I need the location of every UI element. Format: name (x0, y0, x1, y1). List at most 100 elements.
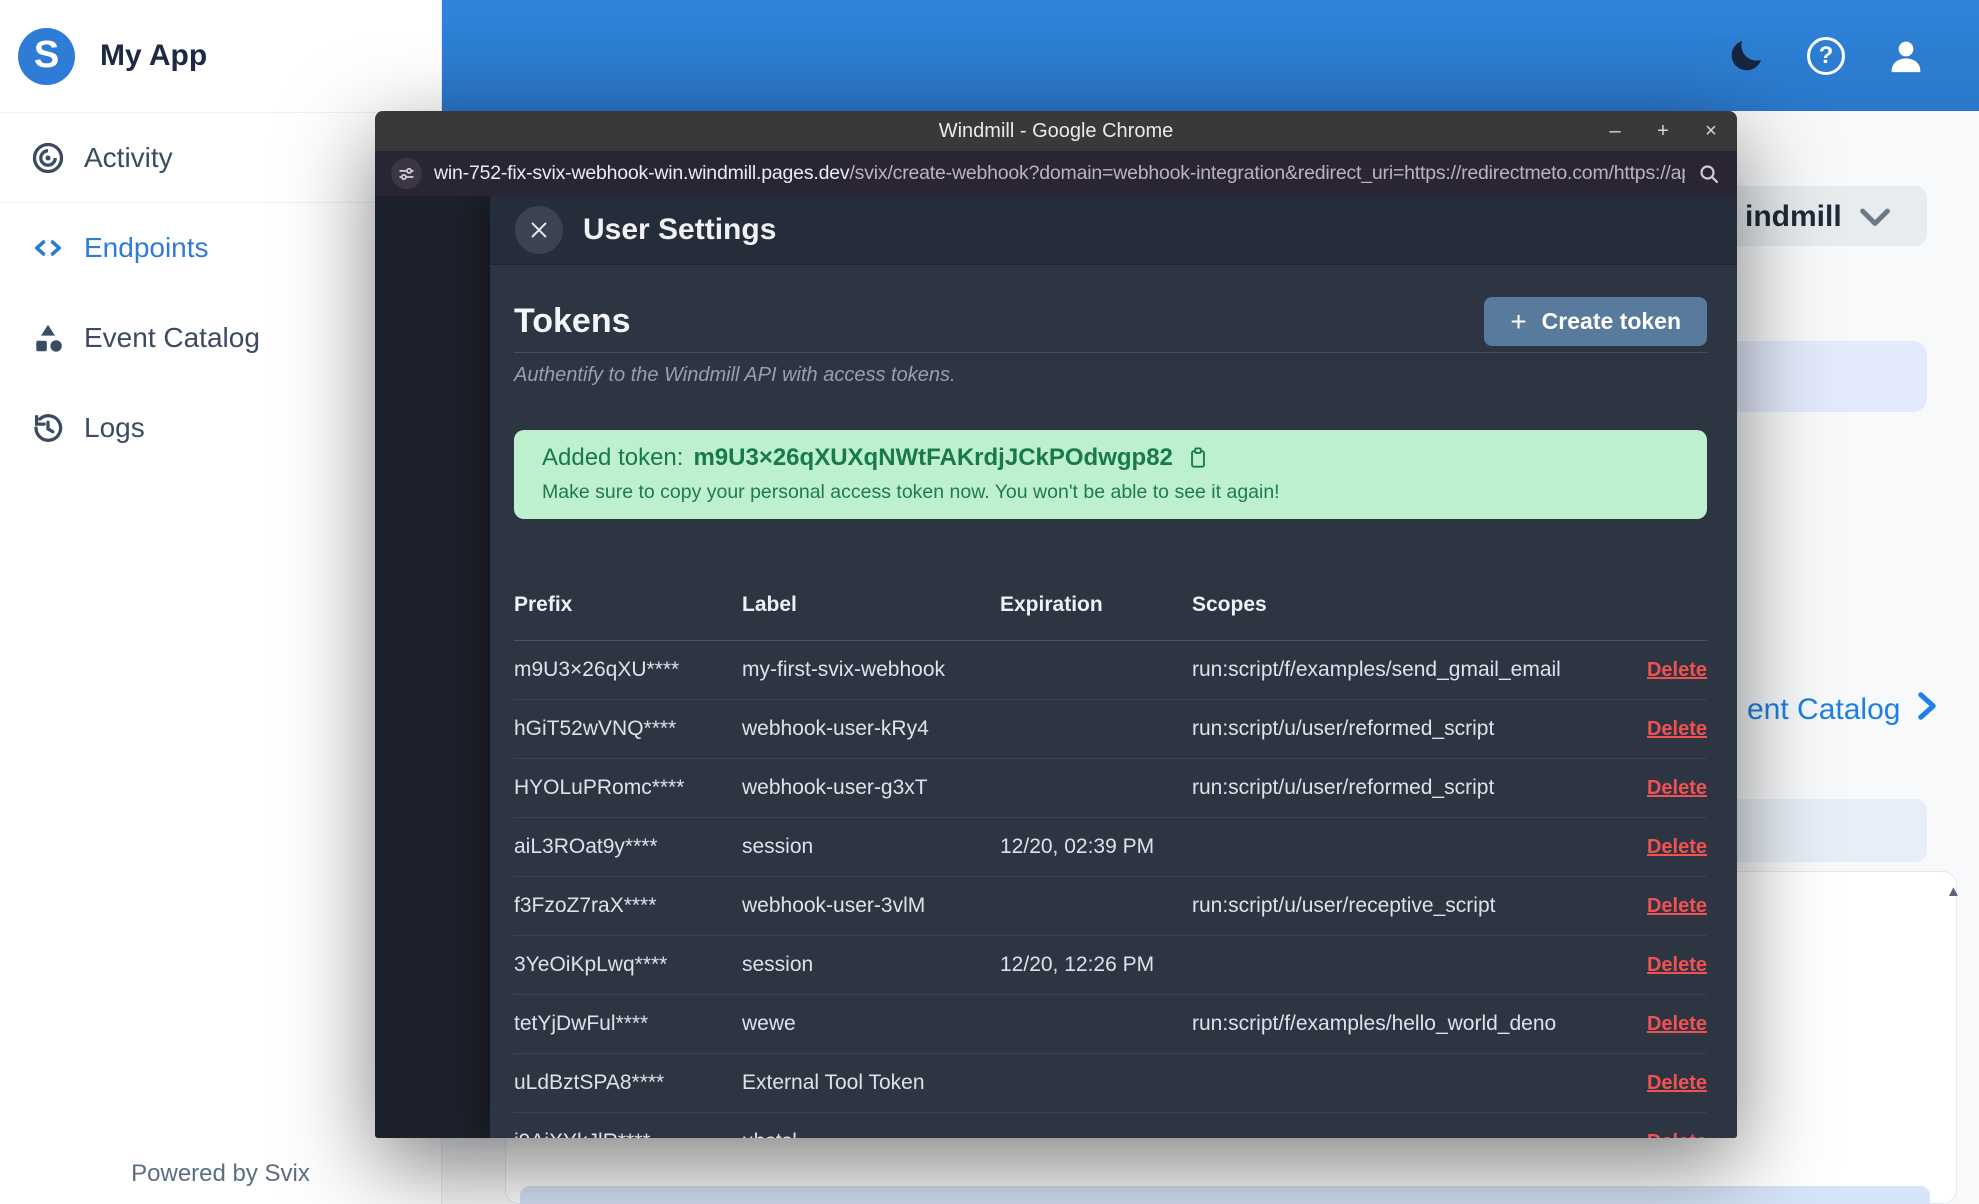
table-row: uLdBztSPA8**** External Tool Token Delete (514, 1054, 1707, 1113)
portal-top-bar: ? (442, 0, 1979, 111)
workspace-name-fragment: indmill (1745, 200, 1842, 233)
window-title: Windmill - Google Chrome (938, 119, 1174, 142)
app-name: My App (100, 39, 208, 72)
url-domain: win-752-fix-svix-webhook-win.windmill.pa… (434, 162, 850, 184)
close-drawer-button[interactable] (515, 206, 563, 254)
table-row: hGiT52wVNQ**** webhook-user-kRy4 run:scrip… (514, 700, 1707, 759)
token-scopes: run:script/f/examples/hello_world_deno (1192, 1012, 1557, 1035)
table-row: tetYjDwFul**** wewe run:script/f/examples/… (514, 995, 1707, 1054)
section-subtitle: Authentify to the Windmill API with acce… (514, 364, 956, 386)
token-label: wewe (742, 1012, 796, 1035)
added-token-banner: Added token: m9U3×26qXUXqNWtFAKrdjJCkPOd… (514, 430, 1707, 519)
delete-link[interactable]: Delete (1627, 1072, 1707, 1095)
help-icon[interactable]: ? (1807, 36, 1845, 75)
logo-letter: S (33, 33, 60, 76)
token-prefix: 3YeOiKpLwq**** (514, 953, 668, 976)
token-label: webhook-user-3vlM (742, 894, 926, 917)
url-path: /svix/create-webhook?domain=webhook-inte… (849, 162, 1685, 184)
delete-link[interactable]: Delete (1627, 895, 1707, 918)
section-title: Tokens (514, 302, 631, 340)
sidebar-item-label: Event Catalog (84, 322, 260, 353)
search-icon[interactable] (1697, 162, 1721, 186)
sidebar-item-label: Endpoints (84, 232, 209, 263)
create-token-label: Create token (1541, 308, 1681, 334)
column-header-expiration: Expiration (1000, 592, 1103, 616)
tokens-table-header: Prefix Label Expiration Scopes (514, 569, 1707, 641)
token-prefix: hGiT52wVNQ**** (514, 717, 677, 740)
token-prefix: HYOLuPRomc**** (514, 776, 685, 799)
token-label: External Tool Token (742, 1071, 925, 1094)
background-strip (520, 1186, 1930, 1204)
browser-page: User Settings Tokens + Create token Auth… (375, 196, 1737, 1138)
dark-mode-moon-icon[interactable] (1725, 35, 1767, 77)
token-copy-warning: Make sure to copy your personal access t… (542, 481, 1280, 503)
token-scopes: run:script/f/examples/send_gmail_email (1192, 658, 1561, 681)
history-icon (30, 410, 72, 446)
account-person-icon[interactable] (1885, 35, 1927, 77)
plus-icon: + (1510, 305, 1527, 337)
token-scopes: run:script/u/user/reformed_script (1192, 776, 1495, 799)
activity-icon (30, 140, 72, 176)
chrome-window: Windmill - Google Chrome – + × win-752-f… (375, 111, 1737, 1138)
table-row: f3FzoZ7raX**** webhook-user-3vlM run:scrip… (514, 877, 1707, 936)
svix-logo-icon: S (18, 27, 75, 85)
chevron-down-icon (1858, 207, 1892, 234)
maximize-button[interactable]: + (1653, 121, 1673, 141)
event-catalog-link-label: ent Catalog (1747, 693, 1901, 726)
column-header-scopes: Scopes (1192, 592, 1267, 616)
window-controls: – + × (1605, 111, 1721, 151)
token-label: webhook-user-g3xT (742, 776, 928, 799)
drawer-body: Tokens + Create token Authentify to the … (490, 297, 1737, 1138)
scroll-up-arrow[interactable]: ▲ (1946, 883, 1961, 900)
close-button[interactable]: × (1701, 121, 1721, 141)
minimize-button[interactable]: – (1605, 121, 1625, 141)
token-label: session (742, 953, 814, 976)
tokens-table-body: m9U3×26qXU**** my-first-svix-webhook run:s… (514, 641, 1707, 1138)
token-prefix: uLdBztSPA8**** (514, 1071, 665, 1094)
create-token-button[interactable]: + Create token (1484, 297, 1707, 346)
token-value: m9U3×26qXUXqNWtFAKrdjJCkPOdwgp82 (693, 444, 1173, 471)
column-header-label: Label (742, 592, 797, 616)
token-label: session (742, 835, 814, 858)
delete-link[interactable]: Delete (1627, 954, 1707, 977)
address-bar[interactable]: win-752-fix-svix-webhook-win.windmill.pa… (375, 151, 1737, 196)
user-settings-drawer: User Settings Tokens + Create token Auth… (490, 196, 1737, 1138)
shapes-icon (30, 320, 72, 356)
token-prefix: aiL3ROat9y**** (514, 835, 658, 858)
token-label: my-first-svix-webhook (742, 658, 946, 681)
table-row: HYOLuPRomc**** webhook-user-g3xT run:scrip… (514, 759, 1707, 818)
column-header-prefix: Prefix (514, 592, 573, 616)
added-token-line: Added token: m9U3×26qXUXqNWtFAKrdjJCkPOd… (542, 443, 1679, 473)
token-expiration: 12/20, 02:39 PM (1000, 835, 1155, 858)
powered-by-svix: Powered by Svix (131, 1160, 310, 1187)
window-titlebar[interactable]: Windmill - Google Chrome – + × (375, 111, 1737, 151)
tokens-section-header: Tokens + Create token (514, 297, 1707, 353)
token-expiration: 12/20, 12:26 PM (1000, 953, 1155, 976)
code-brackets-icon (30, 230, 72, 266)
token-prefix: tetYjDwFul**** (514, 1012, 649, 1035)
url-text[interactable]: win-752-fix-svix-webhook-win.windmill.pa… (434, 162, 1685, 185)
delete-link[interactable]: Delete (1627, 659, 1707, 682)
token-label: uhstsl (742, 1130, 1000, 1138)
token-scopes: run:script/u/user/receptive_script (1192, 894, 1496, 917)
delete-link[interactable]: Delete (1627, 777, 1707, 800)
delete-link[interactable]: Delete (1627, 836, 1707, 859)
app-header: S My App (0, 0, 441, 113)
added-token-label: Added token: (542, 444, 684, 471)
table-row: m9U3×26qXU**** my-first-svix-webhook run:s… (514, 641, 1707, 700)
event-catalog-link[interactable]: ent Catalog (1747, 691, 1940, 729)
token-scopes: run:script/u/user/reformed_script (1192, 717, 1495, 740)
token-label: webhook-user-kRy4 (742, 717, 929, 740)
table-row: 3YeOiKpLwq**** session 12/20, 12:26 PM Dele… (514, 936, 1707, 995)
drawer-title: User Settings (583, 213, 777, 246)
delete-link[interactable]: Delete (1627, 1013, 1707, 1036)
site-settings-icon[interactable] (391, 158, 422, 189)
delete-link[interactable]: Delete (1627, 718, 1707, 741)
chevron-right-icon (1914, 691, 1940, 729)
token-prefix: f3FzoZ7raX**** (514, 894, 657, 917)
table-row: aiL3ROat9y**** session 12/20, 02:39 PM Dele… (514, 818, 1707, 877)
token-prefix: i9AiXYkJlR**** (514, 1130, 742, 1138)
copy-clipboard-icon[interactable] (1187, 446, 1209, 470)
delete-link[interactable]: Delete (1627, 1131, 1707, 1139)
drawer-header: User Settings (490, 196, 1737, 265)
